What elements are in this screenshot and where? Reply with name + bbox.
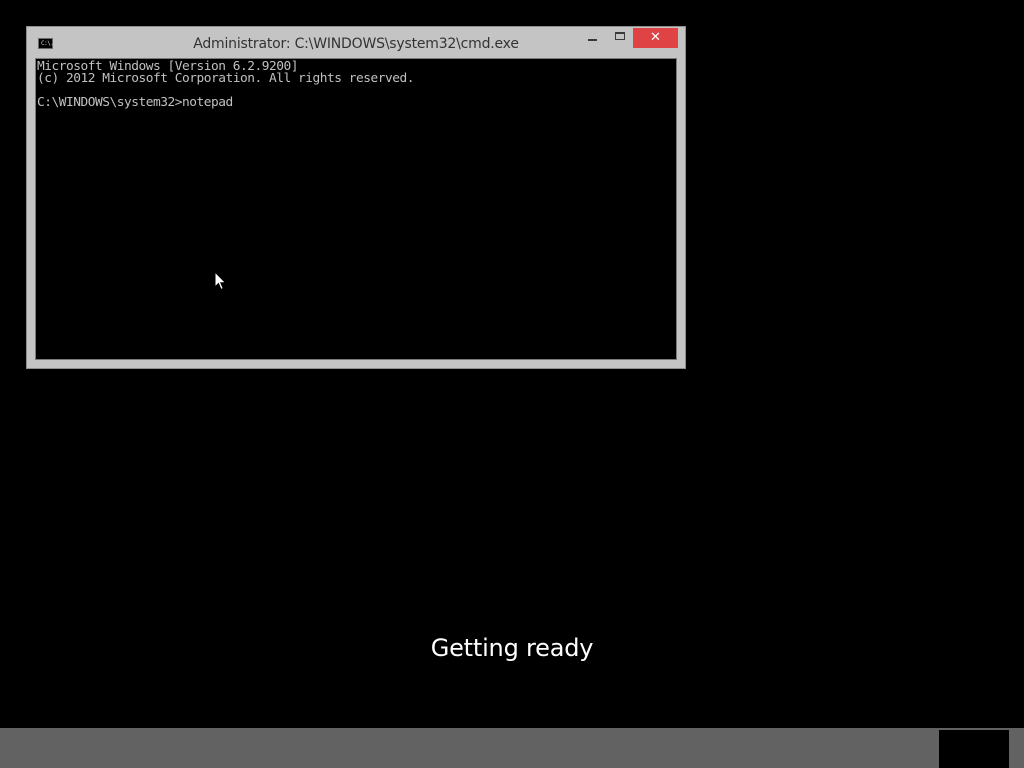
close-icon: ✕ bbox=[650, 30, 661, 45]
minimize-icon bbox=[588, 39, 597, 41]
maximize-icon bbox=[615, 32, 625, 40]
console-line: (c) 2012 Microsoft Corporation. All righ… bbox=[37, 71, 414, 85]
command-prompt-line: C:\WINDOWS\system32>notepad bbox=[37, 95, 233, 109]
title-bar[interactable]: C:\. Administrator: C:\WINDOWS\system32\… bbox=[27, 27, 685, 58]
mouse-cursor-icon bbox=[214, 271, 227, 291]
status-message: Getting ready bbox=[430, 634, 594, 662]
desktop: C:\. Administrator: C:\WINDOWS\system32\… bbox=[0, 0, 1024, 768]
close-button[interactable]: ✕ bbox=[633, 28, 678, 48]
maximize-button[interactable] bbox=[607, 28, 633, 48]
console-output[interactable]: Microsoft Windows [Version 6.2.9200] (c)… bbox=[35, 58, 677, 360]
cmd-window: C:\. Administrator: C:\WINDOWS\system32\… bbox=[26, 26, 686, 369]
bottom-bar bbox=[0, 728, 1024, 768]
minimize-button[interactable] bbox=[579, 28, 605, 48]
bottom-bar-block bbox=[939, 730, 1009, 768]
